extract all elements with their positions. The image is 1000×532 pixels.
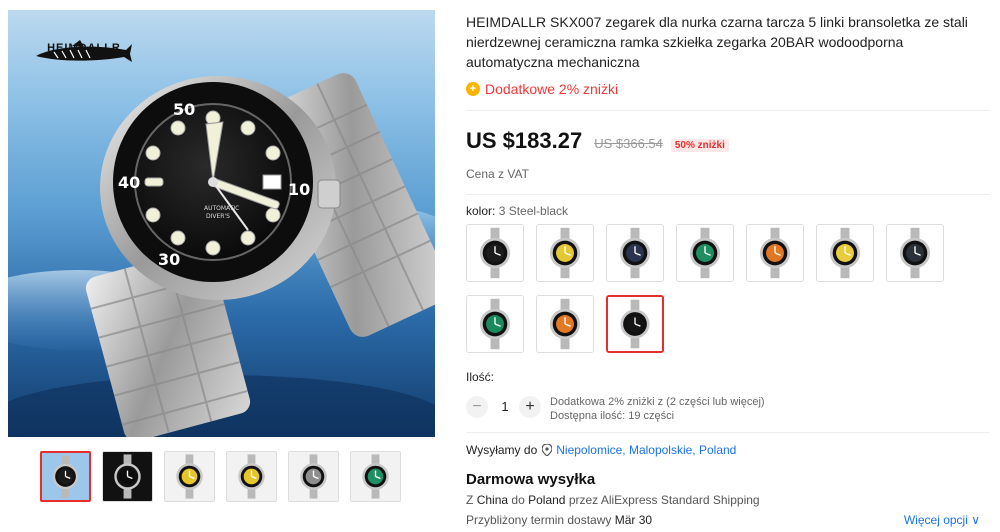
color-swatch-navy[interactable] [606,224,664,282]
color-label: kolor: 3 Steel-black [466,204,568,218]
route-mid: do [511,493,525,507]
shark-logo-icon [36,40,132,62]
color-label-text: kolor: [466,204,496,218]
extra-discount-label: Dodatkowe 2% zniżki [485,81,619,97]
thumbnail-strip [40,451,401,502]
bezel-10: 10 [288,180,310,199]
route-prefix: Z [466,493,474,507]
vat-note: Cena z VAT [466,167,529,181]
color-swatch-orange-1[interactable] [746,224,804,282]
quantity-label: Ilość: [466,370,495,384]
price-row: US $183.27 US $366.54 50% zniżki [466,128,729,154]
brand-logo: HEIMDALLR [34,40,134,62]
quantity-increase-button[interactable]: + [519,396,541,418]
color-swatch-green-2[interactable] [466,295,524,353]
thumbnail-color-lineup[interactable] [350,451,401,502]
color-swatch-green-1[interactable] [676,224,734,282]
original-price: US $366.54 [594,136,663,151]
color-value: 3 Steel-black [498,204,569,218]
thumbnail-bracelet-detail[interactable] [288,451,339,502]
more-options-link[interactable]: Więcej opcji ∨ [904,513,980,527]
quantity-note: Dodatkowa 2% zniżki z (2 części lub więc… [550,395,765,423]
divider [466,432,990,433]
color-swatch-yellow-2[interactable] [816,224,874,282]
route-destination: Poland [528,493,566,507]
shipping-route: Z China do Poland przez AliExpress Stand… [466,493,760,507]
current-price: US $183.27 [466,128,583,153]
route-suffix: przez AliExpress Standard Shipping [568,493,760,507]
bezel-50: 50 [173,100,195,119]
route-origin: China [476,493,509,507]
color-swatch-dark-gray[interactable] [886,224,944,282]
ship-to-label: Wysyłamy do [466,443,538,457]
coin-icon: + [466,82,480,96]
thumbnail-lume-night[interactable] [102,451,153,502]
product-title: HEIMDALLR SKX007 zegarek dla nurka czarn… [466,14,968,70]
quantity-decrease-button[interactable]: − [466,396,488,418]
color-swatch-steel-black[interactable] [606,295,664,353]
quantity-value[interactable]: 1 [496,399,514,414]
color-swatch-yellow-1[interactable] [536,224,594,282]
thumbnail-black-dial[interactable] [40,451,91,502]
ship-location-link[interactable]: Niepolomice, Malopolskie, Poland [556,443,736,457]
watch-illustration: 50 40 30 10 AUTOMATIC DIVER'S [8,73,435,437]
bezel-30: 30 [158,250,180,269]
eta-date: Mär 30 [614,513,653,527]
quantity-discount-note: Dodatkowa 2% zniżki z (2 części lub więc… [550,396,765,408]
thumbnail-yellow-dial[interactable] [164,451,215,502]
ship-to: Wysyłamy do Niepolomice, Malopolskie, Po… [466,443,736,457]
extra-discount[interactable]: + Dodatkowe 2% zniżki [466,81,618,97]
discount-badge: 50% zniżki [670,139,729,152]
location-pin-icon [542,444,553,456]
color-swatch-orange-2[interactable] [536,295,594,353]
color-swatch-black-1[interactable] [466,224,524,282]
eta-label: Przybliżony termin dostawy [466,513,612,527]
divider [466,110,990,111]
free-shipping-label: Darmowa wysyłka [466,471,596,488]
divider [466,194,990,195]
quantity-available-note: Dostępna ilość: 19 części [550,410,675,422]
dial-text-divers: DIVER'S [206,213,230,220]
main-product-image[interactable]: 50 40 30 10 AUTOMATIC DIVER'S HEIMDALLR [8,10,435,437]
bezel-40: 40 [118,173,140,192]
dial-text-automatic: AUTOMATIC [204,205,239,212]
thumbnail-yellow-dial-2[interactable] [226,451,277,502]
delivery-estimate: Przybliżony termin dostawy Mär 30 [466,513,652,527]
